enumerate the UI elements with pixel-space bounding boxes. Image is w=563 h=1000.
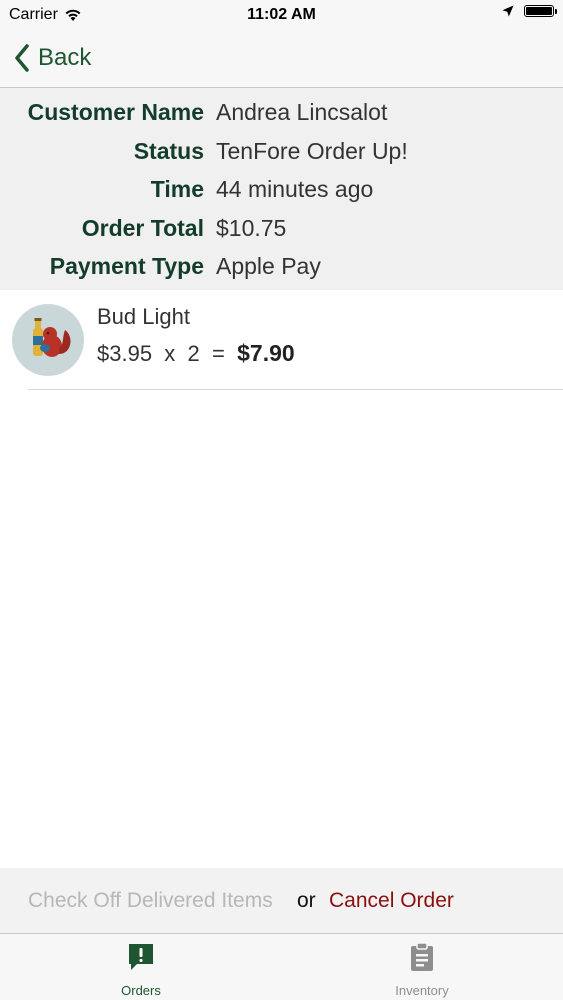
detail-value: 44 minutes ago bbox=[216, 176, 374, 202]
detail-value: Andrea Lincsalot bbox=[216, 99, 388, 125]
order-action-bar: Check Off Delivered Items or Cancel Orde… bbox=[0, 868, 563, 933]
back-label: Back bbox=[38, 44, 92, 71]
item-price-line: $3.95 x 2 = $7.90 bbox=[97, 340, 295, 367]
tab-inventory[interactable]: Inventory bbox=[322, 934, 522, 1000]
detail-label: Status bbox=[133, 138, 204, 164]
item-equals-sign: = bbox=[212, 341, 225, 366]
list-divider bbox=[28, 389, 563, 390]
cancel-order-button[interactable]: Cancel Order bbox=[329, 868, 454, 933]
tab-label: Inventory bbox=[395, 983, 449, 998]
detail-row-status: Status TenFore Order Up! bbox=[0, 132, 563, 170]
list-item[interactable]: Bud Light $3.95 x 2 = $7.90 bbox=[0, 290, 563, 390]
tab-orders[interactable]: Orders bbox=[41, 934, 241, 1000]
order-details: Customer Name Andrea Lincsalot Status Te… bbox=[0, 88, 563, 290]
status-bar: Carrier 11:02 AM bbox=[0, 0, 563, 30]
detail-label: Payment Type bbox=[49, 253, 204, 279]
beer-squirrel-icon bbox=[33, 318, 71, 357]
detail-row-order-total: Order Total $10.75 bbox=[0, 209, 563, 247]
orders-alert-icon bbox=[129, 944, 153, 970]
detail-row-time: Time 44 minutes ago bbox=[0, 170, 563, 208]
detail-value: Apple Pay bbox=[216, 253, 321, 279]
navigation-bar: Back bbox=[0, 30, 563, 88]
product-thumbnail bbox=[12, 304, 84, 376]
clock: 11:02 AM bbox=[247, 6, 316, 23]
detail-label: Time bbox=[150, 176, 204, 202]
detail-label: Order Total bbox=[81, 215, 204, 241]
item-total: $7.90 bbox=[237, 340, 295, 366]
tab-label: Orders bbox=[121, 983, 161, 998]
battery-icon bbox=[524, 5, 557, 17]
check-off-delivered-button[interactable]: Check Off Delivered Items bbox=[28, 868, 273, 933]
back-button[interactable]: Back bbox=[14, 42, 91, 74]
item-quantity: 2 bbox=[187, 341, 200, 366]
tab-bar: Orders Inventory bbox=[0, 933, 563, 1000]
clipboard-icon bbox=[411, 942, 433, 971]
chevron-left-icon bbox=[15, 44, 29, 72]
location-arrow-icon bbox=[502, 5, 514, 17]
detail-value: $10.75 bbox=[216, 215, 287, 241]
detail-label: Customer Name bbox=[27, 99, 204, 125]
detail-row-customer-name: Customer Name Andrea Lincsalot bbox=[0, 93, 563, 131]
item-name: Bud Light bbox=[97, 304, 190, 329]
item-unit-price: $3.95 bbox=[97, 341, 153, 366]
item-times-sign: x bbox=[164, 341, 176, 366]
detail-row-payment-type: Payment Type Apple Pay bbox=[0, 247, 563, 285]
detail-value: TenFore Order Up! bbox=[216, 138, 408, 164]
or-label: or bbox=[297, 889, 316, 912]
